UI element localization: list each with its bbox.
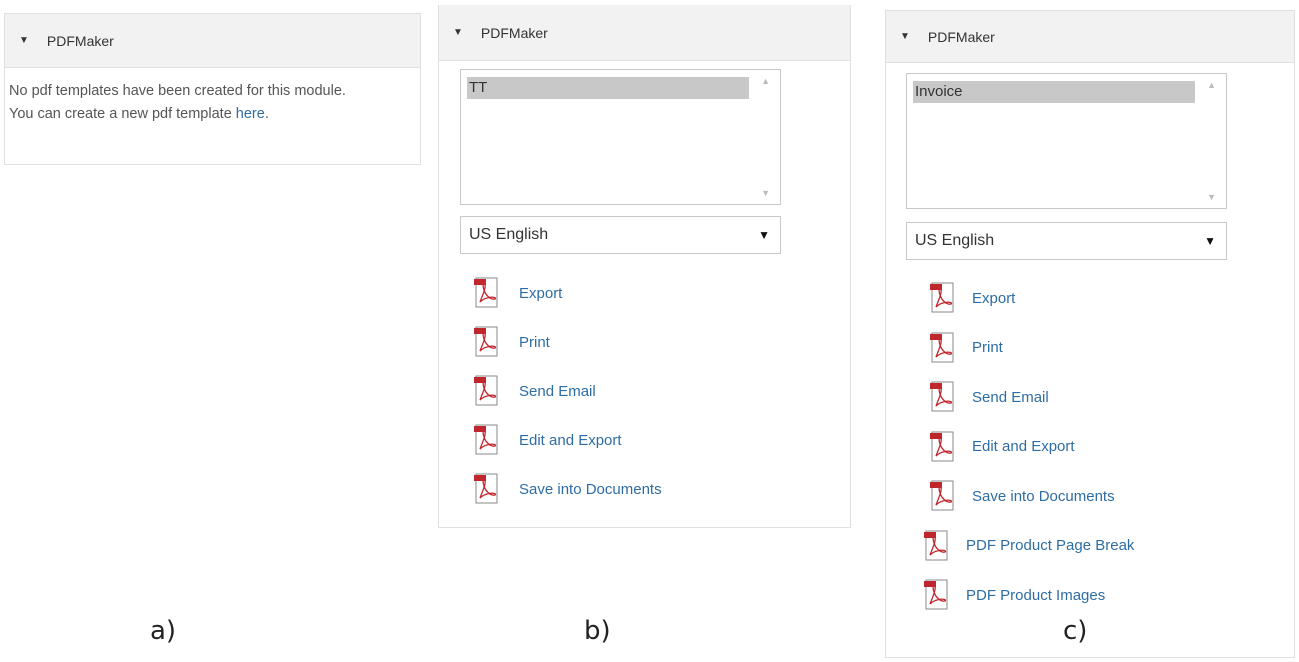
language-select[interactable]: US English ▼ <box>460 216 781 254</box>
action-send-email[interactable]: Send Email <box>473 374 596 408</box>
action-label[interactable]: Send Email <box>972 389 1049 406</box>
dropdown-arrow-icon[interactable]: ▼ <box>1204 223 1216 259</box>
panel-header[interactable]: ▼ PDFMaker <box>439 5 850 61</box>
action-label[interactable]: Edit and Export <box>519 432 622 449</box>
template-option[interactable]: TT <box>467 77 749 99</box>
panel-title: PDFMaker <box>480 24 548 41</box>
pdfmaker-panel-c: ▼ PDFMaker Invoice ▲ ▼ US English ▼ Expo… <box>885 10 1295 658</box>
pdfmaker-panel-a: ▼ PDFMaker No pdf templates have been cr… <box>4 13 421 165</box>
pdf-print-icon[interactable] <box>929 331 957 365</box>
pdf-edit-icon[interactable] <box>929 430 957 464</box>
action-label[interactable]: Send Email <box>519 383 596 400</box>
action-print[interactable]: Print <box>929 331 1003 365</box>
create-template-link[interactable]: here <box>236 106 265 122</box>
caption-a: a) <box>150 616 177 646</box>
panel-header[interactable]: ▼ PDFMaker <box>886 11 1294 63</box>
caret-down-icon[interactable]: ▼ <box>19 35 29 46</box>
template-option[interactable]: Invoice <box>913 81 1195 103</box>
template-listbox[interactable]: Invoice ▲ ▼ <box>906 73 1227 209</box>
scroll-up-icon[interactable]: ▲ <box>761 76 770 86</box>
action-export[interactable]: Export <box>929 281 1015 315</box>
action-label[interactable]: PDF Product Page Break <box>966 537 1134 554</box>
action-label[interactable]: Save into Documents <box>519 481 662 498</box>
pdf-email-icon[interactable] <box>473 374 501 408</box>
caption-c: c) <box>1063 616 1088 646</box>
language-value: US English <box>469 226 549 243</box>
action-label[interactable]: Export <box>519 285 562 302</box>
action-label[interactable]: Print <box>972 339 1003 356</box>
pdf-page-break-icon[interactable] <box>923 529 951 563</box>
action-export[interactable]: Export <box>473 276 562 310</box>
pdf-images-icon[interactable] <box>923 578 951 612</box>
action-label[interactable]: Print <box>519 334 550 351</box>
language-value: US English <box>915 232 995 249</box>
panel-header[interactable]: ▼ PDFMaker <box>5 14 420 68</box>
action-print[interactable]: Print <box>473 325 550 359</box>
scroll-down-icon[interactable]: ▼ <box>1207 192 1216 202</box>
dropdown-arrow-icon[interactable]: ▼ <box>758 217 770 253</box>
action-pdf-product-images[interactable]: PDF Product Images <box>923 578 1105 612</box>
pdf-export-icon[interactable] <box>929 281 957 315</box>
action-save-into-documents[interactable]: Save into Documents <box>929 479 1115 513</box>
action-label[interactable]: PDF Product Images <box>966 587 1105 604</box>
action-label[interactable]: Save into Documents <box>972 488 1115 505</box>
panel-title: PDFMaker <box>46 32 114 49</box>
panel-title: PDFMaker <box>927 28 995 45</box>
pdf-print-icon[interactable] <box>473 325 501 359</box>
pdf-export-icon[interactable] <box>473 276 501 310</box>
pdfmaker-panel-b: ▼ PDFMaker TT ▲ ▼ US English ▼ Export Pri… <box>438 5 851 528</box>
action-edit-and-export[interactable]: Edit and Export <box>929 430 1075 464</box>
caret-down-icon[interactable]: ▼ <box>453 27 463 38</box>
action-send-email[interactable]: Send Email <box>929 380 1049 414</box>
scroll-up-icon[interactable]: ▲ <box>1207 80 1216 90</box>
pdf-edit-icon[interactable] <box>473 423 501 457</box>
pdf-save-icon[interactable] <box>929 479 957 513</box>
caption-b: b) <box>584 616 611 646</box>
action-label[interactable]: Edit and Export <box>972 438 1075 455</box>
caret-down-icon[interactable]: ▼ <box>900 31 910 42</box>
action-pdf-product-page-break[interactable]: PDF Product Page Break <box>923 529 1134 563</box>
pdf-save-icon[interactable] <box>473 472 501 506</box>
language-select[interactable]: US English ▼ <box>906 222 1227 260</box>
scroll-down-icon[interactable]: ▼ <box>761 188 770 198</box>
action-edit-and-export[interactable]: Edit and Export <box>473 423 622 457</box>
action-label[interactable]: Export <box>972 290 1015 307</box>
template-listbox[interactable]: TT ▲ ▼ <box>460 69 781 205</box>
pdf-email-icon[interactable] <box>929 380 957 414</box>
action-save-into-documents[interactable]: Save into Documents <box>473 472 662 506</box>
no-templates-message: No pdf templates have been created for t… <box>9 83 346 122</box>
